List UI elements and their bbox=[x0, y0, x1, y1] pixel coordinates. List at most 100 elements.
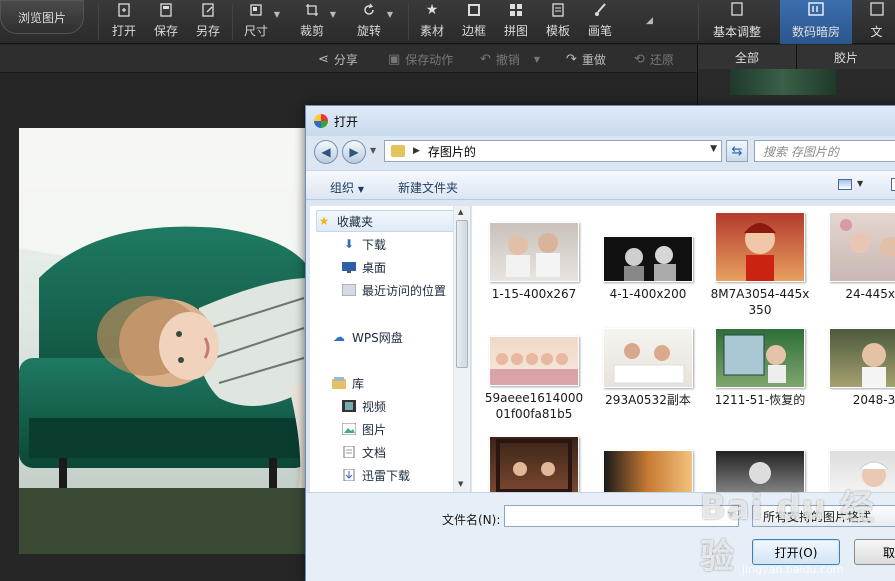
nav-downloads-label: 下载 bbox=[362, 237, 387, 252]
filename-label: 文件名(N): bbox=[442, 513, 501, 527]
file-name: 1-15-400x267 bbox=[491, 287, 577, 301]
nav-videos-label: 视频 bbox=[362, 399, 387, 414]
tab-film[interactable]: 胶片 bbox=[797, 45, 895, 69]
file-item[interactable]: 24-445x3 bbox=[822, 212, 895, 302]
share-icon: ⋖ bbox=[318, 52, 329, 67]
nav-thunder-downloads[interactable]: 迅雷下载 bbox=[342, 464, 410, 486]
view-mode-icon[interactable] bbox=[838, 179, 852, 190]
download-folder-icon: ⬇ bbox=[343, 237, 355, 251]
browse-images-button[interactable]: 浏览图片 bbox=[0, 0, 84, 34]
star-icon: ★ bbox=[318, 214, 330, 228]
navigation-pane: ★ 收藏夹 ⬇ 下载 桌面 最近访问的位置 ☁ WPS网盘 库 视频 图片 文档… bbox=[310, 206, 471, 492]
folder-icon bbox=[391, 145, 405, 157]
tab-text[interactable]: 文 bbox=[858, 0, 895, 44]
breadcrumb-arrow-icon[interactable]: ▶ bbox=[413, 146, 420, 156]
file-item[interactable]: 59aeee161400001f00fa81b5 bbox=[482, 336, 586, 422]
scrollbar-thumb[interactable] bbox=[456, 220, 468, 368]
file-list-pane: 1-15-400x267 4-1-400x200 8M7A3054-445x35… bbox=[472, 206, 895, 492]
search-input[interactable]: 搜索 存图片的 bbox=[754, 140, 895, 162]
open-tool-button[interactable]: 打开 bbox=[112, 0, 136, 44]
new-folder-button[interactable]: 新建文件夹 bbox=[398, 179, 458, 196]
file-item[interactable]: 1211-51-恢复的 bbox=[708, 328, 812, 408]
collage-tool-label: 拼图 bbox=[504, 24, 529, 38]
chevron-down-icon[interactable]: ▼ bbox=[330, 10, 336, 19]
file-item[interactable]: 293A0532副本 bbox=[596, 328, 700, 408]
file-item[interactable]: 2048-3 bbox=[822, 328, 895, 408]
file-thumbnail bbox=[715, 328, 805, 388]
file-item[interactable] bbox=[482, 436, 586, 492]
file-name: 59aeee161400001f00fa81b5 bbox=[484, 391, 584, 421]
scroll-down-icon[interactable]: ▼ bbox=[458, 480, 463, 488]
refresh-icon: ⇆ bbox=[731, 143, 743, 159]
breadcrumb-path[interactable]: 存图片的 bbox=[428, 143, 476, 160]
nav-documents[interactable]: 文档 bbox=[342, 441, 386, 463]
pictures-icon bbox=[342, 423, 356, 436]
restore-button[interactable]: ⟲ 还原 bbox=[634, 51, 674, 68]
star-icon: ★ bbox=[425, 2, 439, 18]
file-name: 1211-51-恢复的 bbox=[714, 393, 806, 407]
nav-desktop[interactable]: 桌面 bbox=[342, 256, 386, 278]
undo-button[interactable]: ↶ 撤销 ▼ bbox=[480, 51, 540, 68]
effect-thumbnail[interactable] bbox=[730, 69, 836, 95]
redo-button[interactable]: ↷ 重做 bbox=[566, 51, 606, 68]
size-tool-button[interactable]: 尺寸 ▼ bbox=[244, 0, 280, 44]
file-thumbnail bbox=[603, 450, 693, 492]
save-action-button[interactable]: ▣ 保存动作 bbox=[388, 51, 453, 68]
restore-label: 还原 bbox=[649, 53, 674, 67]
chevron-down-icon[interactable]: ▼ bbox=[710, 144, 717, 154]
nav-pictures[interactable]: 图片 bbox=[342, 418, 386, 440]
chevron-down-icon: ▼ bbox=[357, 185, 364, 194]
open-tool-label: 打开 bbox=[112, 24, 137, 38]
nav-downloads[interactable]: ⬇ 下载 bbox=[342, 233, 386, 255]
file-item[interactable]: 1-15-400x267 bbox=[482, 222, 586, 302]
forward-button[interactable]: ▶ bbox=[342, 140, 366, 164]
share-button[interactable]: ⋖ 分享 bbox=[318, 51, 358, 68]
save-action-icon: ▣ bbox=[388, 52, 401, 67]
nav-wps-cloud[interactable]: ☁ WPS网盘 bbox=[332, 326, 403, 348]
collage-icon bbox=[508, 2, 524, 18]
save-as-tool-button[interactable]: 另存 bbox=[196, 0, 220, 44]
forward-arrow-icon: ▶ bbox=[349, 145, 359, 159]
chevron-down-icon[interactable]: ▼ bbox=[857, 179, 863, 188]
save-tool-button[interactable]: 保存 bbox=[154, 0, 178, 44]
text-icon bbox=[869, 2, 884, 19]
rotate-tool-button[interactable]: 旋转 ▼ bbox=[357, 0, 393, 44]
address-box[interactable]: ▶ 存图片的 ▼ bbox=[384, 140, 722, 162]
navigation-scrollbar[interactable]: ▲ ▼ bbox=[453, 206, 470, 492]
border-tool-button[interactable]: 边框 bbox=[462, 0, 486, 44]
file-thumbnail bbox=[715, 212, 805, 282]
nav-desktop-label: 桌面 bbox=[362, 260, 387, 275]
scroll-up-icon[interactable]: ▲ bbox=[458, 208, 463, 216]
history-dropdown-icon[interactable]: ▼ bbox=[370, 146, 376, 155]
more-tools-icon[interactable]: ◢ bbox=[646, 16, 653, 36]
size-icon bbox=[248, 2, 264, 18]
collage-tool-button[interactable]: 拼图 bbox=[504, 0, 528, 44]
nav-favorites[interactable]: ★ 收藏夹 bbox=[316, 210, 456, 232]
refresh-button[interactable]: ⇆ bbox=[726, 140, 748, 162]
organize-button[interactable]: 组织 ▼ bbox=[330, 179, 364, 196]
materials-tool-button[interactable]: ★ 素材 bbox=[420, 0, 444, 44]
nav-recent-places[interactable]: 最近访问的位置 bbox=[342, 279, 446, 301]
chevron-down-icon[interactable]: ▼ bbox=[274, 10, 280, 19]
template-tool-button[interactable]: 模板 bbox=[546, 0, 570, 44]
tab-digital-darkroom[interactable]: 数码暗房 bbox=[780, 0, 852, 44]
file-name: 8M7A3054-445x350 bbox=[710, 287, 810, 317]
thunder-download-icon bbox=[342, 469, 356, 482]
photo-editor-app: 浏览图片 打开 保存 另存 尺寸 ▼ 裁剪 ▼ 旋转 ▼ ★ 素材 边框 拼图 … bbox=[0, 0, 895, 581]
chevron-down-icon[interactable]: ▼ bbox=[387, 10, 393, 19]
dialog-title-bar: 打开 bbox=[306, 106, 895, 136]
tab-all[interactable]: 全部 bbox=[698, 45, 797, 69]
back-button[interactable]: ◀ bbox=[314, 140, 338, 164]
file-item[interactable]: 8M7A3054-445x350 bbox=[708, 212, 812, 318]
file-item[interactable] bbox=[596, 450, 700, 492]
tab-basic-adjust[interactable]: 基本调整 bbox=[701, 0, 773, 44]
chevron-down-icon[interactable]: ▼ bbox=[534, 55, 540, 64]
preview-pane-icon[interactable] bbox=[891, 178, 895, 191]
crop-tool-button[interactable]: 裁剪 ▼ bbox=[300, 0, 336, 44]
file-name: 293A0532副本 bbox=[605, 393, 691, 407]
file-item[interactable]: 4-1-400x200 bbox=[596, 236, 700, 302]
brush-tool-button[interactable]: 画笔 bbox=[588, 0, 612, 44]
nav-videos[interactable]: 视频 bbox=[342, 395, 386, 417]
nav-library[interactable]: 库 bbox=[332, 372, 364, 394]
library-icon bbox=[332, 377, 346, 390]
